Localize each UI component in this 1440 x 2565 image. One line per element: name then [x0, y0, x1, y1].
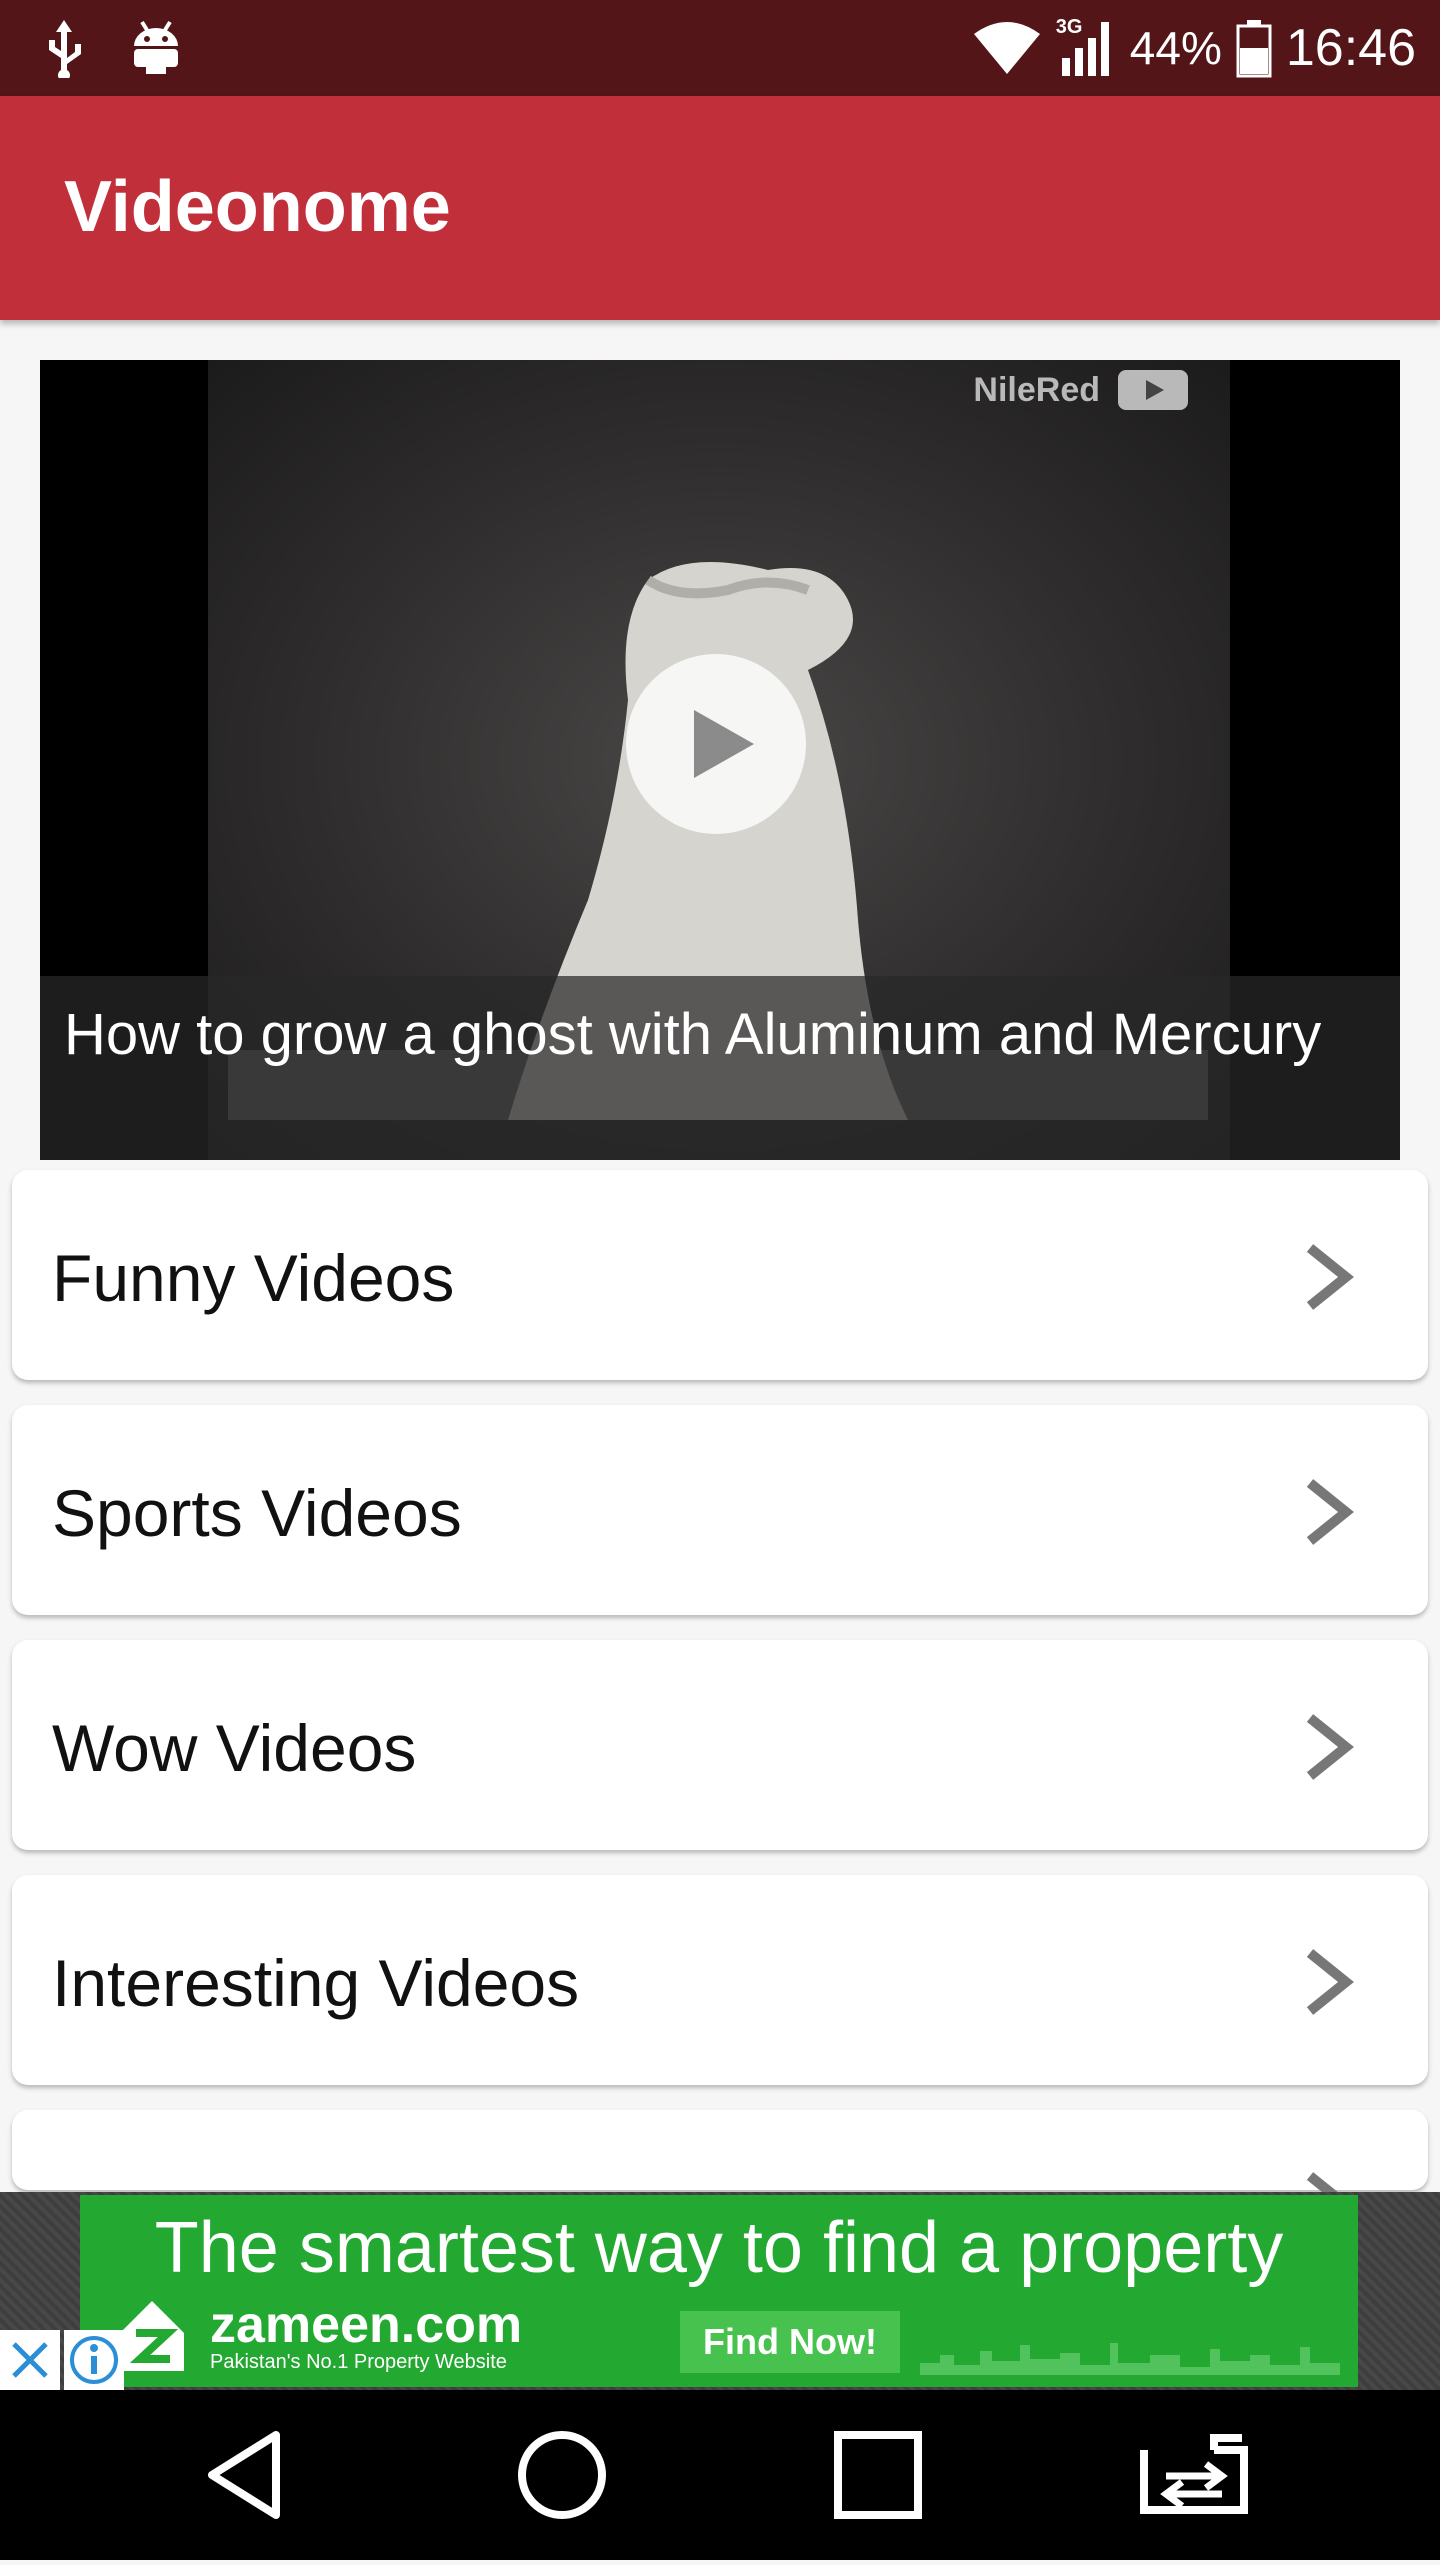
chevron-right-icon [1306, 1949, 1354, 2015]
ad-find-now-button[interactable]: Find Now! [680, 2311, 900, 2373]
channel-watermark-text: NileRed [973, 370, 1100, 409]
info-icon [70, 2336, 118, 2384]
ad-content[interactable]: The smartest way to find a property zame… [80, 2195, 1358, 2387]
chevron-right-icon [1306, 1714, 1354, 1780]
chevron-right-icon [1306, 1479, 1354, 1545]
system-nav-bar [0, 2390, 1440, 2560]
category-label: Interesting Videos [52, 1946, 580, 2020]
recents-icon [834, 2431, 922, 2519]
close-icon [12, 2342, 48, 2378]
category-label: Sports Videos [52, 1476, 462, 1550]
chevron-right-icon [1306, 1244, 1354, 1310]
featured-video-title: How to grow a ghost with Aluminum and Me… [64, 1002, 1322, 1067]
category-item-funny[interactable]: Funny Videos [12, 1170, 1428, 1380]
ad-info-button[interactable] [64, 2330, 124, 2390]
back-button[interactable] [146, 2390, 346, 2560]
skyline-graphic-icon [920, 2343, 1340, 2375]
ad-tagline: Pakistan's No.1 Property Website [210, 2351, 507, 2373]
signal-icon: 3G [1056, 16, 1116, 78]
home-icon [518, 2431, 606, 2519]
wifi-icon [973, 22, 1040, 74]
battery-icon [1236, 20, 1272, 78]
android-debug-icon [134, 20, 178, 74]
category-list: Funny Videos Sports Videos Wow Videos In… [12, 1170, 1428, 2238]
status-left-icons [40, 18, 184, 78]
clock: 16:46 [1285, 19, 1416, 77]
home-button[interactable] [462, 2390, 662, 2560]
ad-headline: The smartest way to find a property [154, 2208, 1284, 2288]
play-icon[interactable] [626, 654, 806, 834]
ad-brand: zameen.com [210, 2296, 523, 2354]
category-item-interesting[interactable]: Interesting Videos [12, 1875, 1428, 2085]
category-label: Wow Videos [52, 1711, 417, 1785]
featured-caption: How to grow a ghost with Aluminum and Me… [40, 976, 1400, 1160]
featured-video[interactable]: NileRed How to grow a ghost with Aluminu… [40, 360, 1400, 1160]
category-label: Funny Videos [52, 1241, 455, 1315]
usb-icon [49, 20, 81, 78]
switch-sim-button[interactable] [1094, 2390, 1294, 2560]
channel-watermark: NileRed [973, 370, 1188, 410]
app-title: Videonome [64, 167, 451, 247]
category-item-sports[interactable]: Sports Videos [12, 1405, 1428, 1615]
switch-icon [1140, 2434, 1248, 2514]
back-icon [208, 2431, 280, 2519]
recents-button[interactable] [778, 2390, 978, 2560]
category-item-partial[interactable] [12, 2110, 1428, 2238]
ad-banner[interactable]: The smartest way to find a property zame… [0, 2192, 1440, 2390]
category-item-wow[interactable]: Wow Videos [12, 1640, 1428, 1850]
status-bar: 3G 44% 16:46 [0, 0, 1440, 96]
youtube-logo-icon [1118, 370, 1188, 410]
app-bar: Videonome [0, 96, 1440, 320]
battery-percent: 44% [1129, 22, 1222, 74]
status-right: 3G 44% 16:46 [972, 0, 1416, 96]
ad-close-button[interactable] [0, 2330, 60, 2390]
